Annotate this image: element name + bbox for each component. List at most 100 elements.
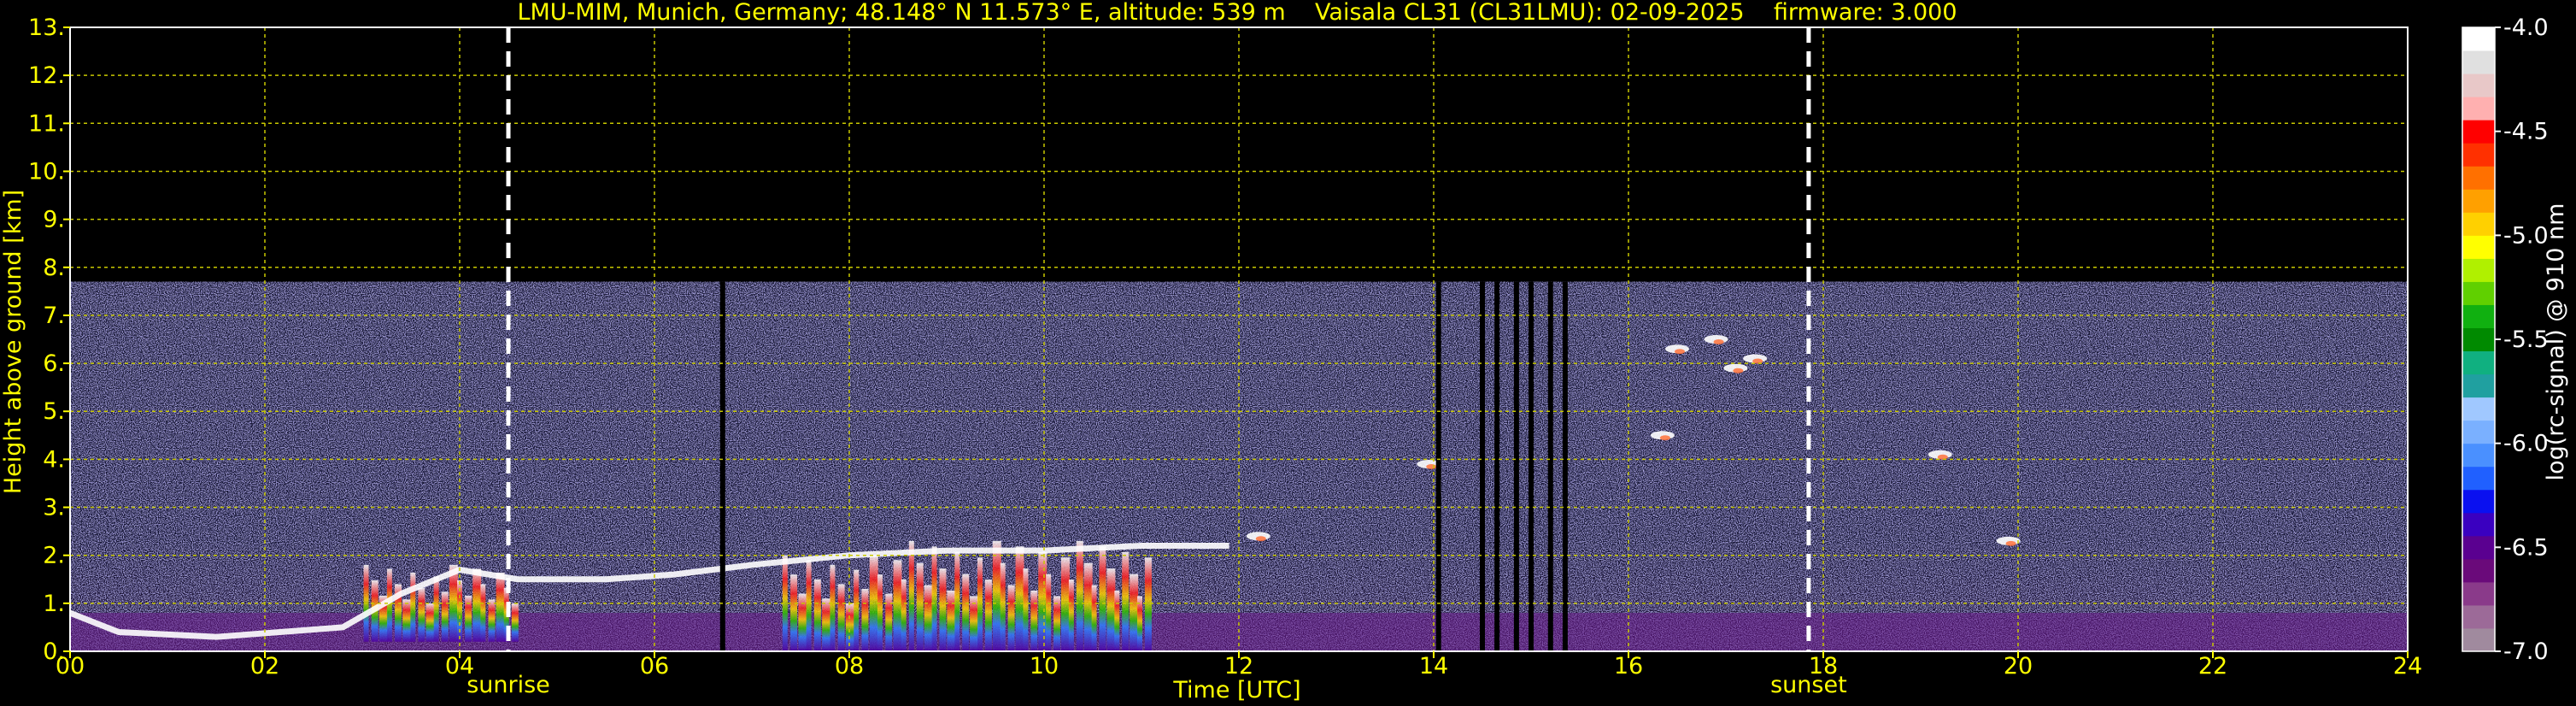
y-tick-label: 12. <box>28 62 65 89</box>
cloud-core <box>1659 435 1670 441</box>
burst-column <box>1083 562 1093 651</box>
burst-column <box>410 572 416 642</box>
x-axis-label: Time [UTC] <box>1172 677 1300 703</box>
burst-column <box>386 568 392 642</box>
burst-column <box>822 598 831 651</box>
x-tick-label: 22 <box>2198 653 2227 680</box>
burst-column <box>939 568 947 651</box>
cloud-core <box>2005 540 2016 546</box>
colorbar-swatch <box>2462 166 2495 190</box>
burst-column <box>1099 546 1106 651</box>
burst-column <box>813 579 821 651</box>
y-tick-label: 6. <box>43 350 65 377</box>
y-tick-label: 7. <box>43 303 65 329</box>
colorbar-swatch <box>2462 512 2495 537</box>
burst-column <box>441 591 449 642</box>
burst-column <box>1076 540 1083 651</box>
colorbar-tick-label: -5.5 <box>2503 327 2549 353</box>
burst-column <box>480 584 486 642</box>
colorbar-swatch <box>2462 50 2495 74</box>
burst-column <box>845 603 854 651</box>
burst-column <box>924 585 933 651</box>
colorbar-swatch <box>2462 374 2495 398</box>
burst-column <box>1091 585 1097 651</box>
colorbar-tick-label: -4.5 <box>2503 119 2549 145</box>
x-tick-label: 02 <box>250 653 279 680</box>
burst-column <box>1060 557 1070 651</box>
colorbar-swatch <box>2462 143 2495 167</box>
data-gap <box>1513 281 1519 651</box>
x-tick-label: 18 <box>1809 653 1838 680</box>
burst-column <box>1000 562 1006 651</box>
burst-column <box>885 593 893 651</box>
colorbar-swatch <box>2462 189 2495 213</box>
burst-column <box>1144 557 1152 651</box>
burst-column <box>806 560 812 651</box>
y-axis-label: Height above ground [km] <box>0 190 26 494</box>
colorbar-swatch <box>2462 97 2495 121</box>
burst-column <box>1015 546 1024 651</box>
x-tick-label: 24 <box>2393 653 2422 680</box>
y-tick-label: 13. <box>28 15 65 41</box>
burst-column <box>962 574 970 651</box>
burst-column <box>970 596 979 651</box>
burst-column <box>877 574 883 651</box>
colorbar-swatch <box>2462 535 2495 560</box>
burst-column <box>1114 590 1120 651</box>
y-tick-label: 1. <box>43 591 65 617</box>
burst-column <box>893 560 902 651</box>
burst-column <box>984 580 992 651</box>
burst-column <box>901 579 907 651</box>
data-gap <box>1480 281 1485 651</box>
x-tick-label: 10 <box>1030 653 1059 680</box>
colorbar-swatch <box>2462 397 2495 421</box>
y-tick-label: 0. <box>43 638 65 665</box>
cloud-core <box>1713 339 1724 344</box>
cloud-core <box>1733 368 1744 374</box>
burst-column <box>418 587 425 642</box>
x-tick-label: 20 <box>2004 653 2033 680</box>
burst-column <box>1068 580 1074 651</box>
colorbar-swatch <box>2462 350 2495 375</box>
colorbar-swatch <box>2462 420 2495 444</box>
burst-column <box>425 603 435 642</box>
y-tick-label: 9. <box>43 207 65 233</box>
y-tick-label: 2. <box>43 543 65 569</box>
burst-column <box>1030 590 1038 651</box>
colorbar-swatch <box>2462 466 2495 491</box>
burst-column <box>1023 568 1029 651</box>
burst-column <box>830 564 836 651</box>
burst-column <box>1122 551 1130 651</box>
data-gap <box>1562 281 1568 651</box>
colorbar-swatch <box>2462 258 2495 282</box>
colorbar: -7.0 -6.5 -6.0 -5.5 -5.0 -4.5 -4.0 <box>2462 15 2549 665</box>
data-gap <box>1435 281 1441 651</box>
burst-column <box>977 557 983 651</box>
colorbar-swatch <box>2462 235 2495 259</box>
burst-column <box>947 590 956 651</box>
colorbar-tick-label: -5.0 <box>2503 222 2549 249</box>
burst-column <box>837 584 845 651</box>
burst-column <box>861 589 869 651</box>
colorbar-swatch <box>2462 74 2495 97</box>
colorbar-swatch <box>2462 281 2495 305</box>
colorbar-swatch <box>2462 212 2495 236</box>
burst-column <box>465 595 472 642</box>
x-tick-label: 14 <box>1419 653 1448 680</box>
burst-column <box>511 603 519 642</box>
y-tick-label: 11. <box>28 110 65 137</box>
burst-column <box>790 574 798 651</box>
data-gap <box>1529 281 1534 651</box>
y-tick-label: 5. <box>43 398 65 425</box>
colorbar-swatch <box>2462 327 2495 352</box>
cloud-core <box>1255 536 1266 542</box>
chart-title: LMU-MIM, Munich, Germany; 48.148° N 11.5… <box>517 0 1957 26</box>
event-label-sunrise: sunrise <box>466 672 550 698</box>
burst-column <box>916 562 924 651</box>
data-gap <box>719 281 725 651</box>
burst-column <box>433 576 439 642</box>
burst-column <box>1038 551 1047 651</box>
colorbar-swatch <box>2462 120 2495 144</box>
burst-column <box>1007 585 1015 651</box>
x-tick-label: 12 <box>1224 653 1253 680</box>
